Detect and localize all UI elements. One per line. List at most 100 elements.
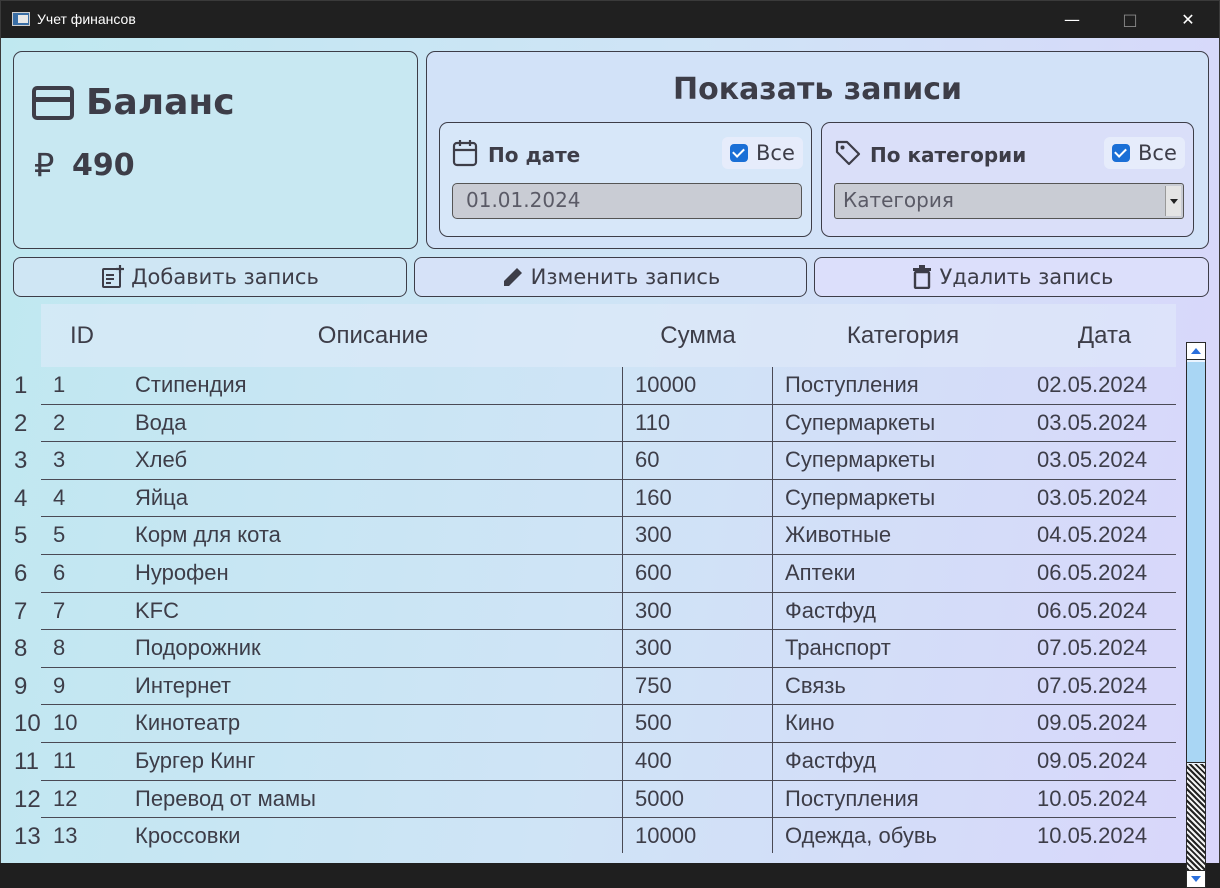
cell-id[interactable]: 8 [41, 630, 123, 667]
cell-category[interactable]: Животные [773, 517, 1033, 554]
scrollbar-thumb[interactable] [1187, 362, 1205, 763]
table-row[interactable]: 10 Кинотеатр 500 Кино 09.05.2024 [41, 705, 1176, 743]
cell-sum[interactable]: 300 [623, 592, 773, 630]
cell-date[interactable]: 07.05.2024 [1033, 668, 1176, 705]
row-number[interactable]: 11 [13, 743, 41, 781]
cell-category[interactable]: Транспорт [773, 630, 1033, 667]
scroll-down-arrow-icon[interactable] [1187, 870, 1205, 887]
table-row[interactable]: 1 Стипендия 10000 Поступления 02.05.2024 [41, 367, 1176, 405]
cell-description[interactable]: Стипендия [123, 367, 623, 404]
cell-id[interactable]: 7 [41, 593, 123, 630]
records-table[interactable]: ID Описание Сумма Категория Дата 1234567… [13, 304, 1206, 853]
table-row[interactable]: 2 Вода 110 Супермаркеты 03.05.2024 [41, 404, 1176, 443]
scroll-up-arrow-icon[interactable] [1187, 343, 1205, 360]
cell-category[interactable]: Супермаркеты [773, 405, 1033, 442]
column-header-sum[interactable]: Сумма [623, 304, 773, 367]
cell-description[interactable]: Бургер Кинг [123, 742, 623, 780]
cell-date[interactable]: 04.05.2024 [1033, 517, 1176, 554]
cell-sum[interactable]: 500 [623, 705, 773, 742]
table-row[interactable]: 13 Кроссовки 10000 Одежда, обувь 10.05.2024 [41, 818, 1176, 853]
row-number[interactable]: 9 [13, 668, 41, 706]
cell-date[interactable]: 10.05.2024 [1033, 781, 1176, 818]
cell-sum[interactable]: 400 [623, 742, 773, 780]
row-number[interactable]: 1 [13, 367, 41, 405]
cell-date[interactable]: 03.05.2024 [1033, 480, 1176, 517]
cell-date[interactable]: 10.05.2024 [1033, 818, 1176, 853]
column-header-date[interactable]: Дата [1033, 304, 1176, 367]
cell-id[interactable]: 1 [41, 367, 123, 404]
row-number[interactable]: 8 [13, 630, 41, 668]
delete-record-button[interactable]: Удалить запись [814, 257, 1209, 297]
row-number[interactable]: 6 [13, 555, 41, 593]
cell-category[interactable]: Поступления [773, 781, 1033, 818]
cell-sum[interactable]: 5000 [623, 780, 773, 818]
cell-description[interactable]: Интернет [123, 667, 623, 705]
cell-id[interactable]: 12 [41, 781, 123, 818]
cell-sum[interactable]: 750 [623, 667, 773, 705]
cell-description[interactable]: Корм для кота [123, 517, 623, 554]
table-row[interactable]: 12 Перевод от мамы 5000 Поступления 10.05.20… [41, 780, 1176, 819]
column-header-category[interactable]: Категория [773, 304, 1033, 367]
cell-id[interactable]: 11 [41, 743, 123, 780]
cell-sum[interactable]: 600 [623, 554, 773, 592]
cell-description[interactable]: Нурофен [123, 554, 623, 592]
table-row[interactable]: 11 Бургер Кинг 400 Фастфуд 09.05.2024 [41, 742, 1176, 781]
cell-description[interactable]: Подорожник [123, 630, 623, 667]
row-number[interactable]: 5 [13, 517, 41, 555]
cell-sum[interactable]: 110 [623, 404, 773, 442]
cell-sum[interactable]: 300 [623, 517, 773, 554]
minimize-button[interactable]: — [1043, 1, 1101, 38]
row-number[interactable]: 10 [13, 705, 41, 743]
table-row[interactable]: 6 Нурофен 600 Аптеки 06.05.2024 [41, 554, 1176, 593]
cell-id[interactable]: 6 [41, 555, 123, 592]
scrollbar-track[interactable] [1187, 764, 1205, 870]
cell-id[interactable]: 5 [41, 517, 123, 554]
table-row[interactable]: 9 Интернет 750 Связь 07.05.2024 [41, 667, 1176, 706]
table-row[interactable]: 8 Подорожник 300 Транспорт 07.05.2024 [41, 630, 1176, 668]
table-row[interactable]: 5 Корм для кота 300 Животные 04.05.2024 [41, 517, 1176, 555]
date-all-checkbox[interactable]: Все [722, 137, 803, 169]
edit-record-button[interactable]: Изменить запись [414, 257, 807, 297]
row-number[interactable]: 13 [13, 818, 41, 853]
cell-category[interactable]: Поступления [773, 367, 1033, 404]
category-all-checkbox[interactable]: Все [1104, 137, 1185, 169]
cell-sum[interactable]: 300 [623, 630, 773, 667]
cell-date[interactable]: 09.05.2024 [1033, 743, 1176, 780]
cell-sum[interactable]: 10000 [623, 818, 773, 853]
cell-description[interactable]: Яйца [123, 479, 623, 517]
cell-description[interactable]: Вода [123, 404, 623, 442]
cell-date[interactable]: 03.05.2024 [1033, 442, 1176, 479]
cell-id[interactable]: 3 [41, 442, 123, 479]
cell-description[interactable]: Кроссовки [123, 818, 623, 853]
date-input[interactable]: 01.01.2024 [452, 183, 802, 219]
cell-sum[interactable]: 160 [623, 479, 773, 517]
cell-date[interactable]: 03.05.2024 [1033, 405, 1176, 442]
row-number[interactable]: 3 [13, 442, 41, 480]
cell-category[interactable]: Фастфуд [773, 593, 1033, 630]
chevron-down-icon[interactable] [1165, 186, 1181, 216]
close-button[interactable]: ✕ [1159, 1, 1217, 38]
table-row[interactable]: 4 Яйца 160 Супермаркеты 03.05.2024 [41, 479, 1176, 518]
cell-description[interactable]: KFC [123, 592, 623, 630]
column-header-id[interactable]: ID [41, 304, 123, 367]
column-header-description[interactable]: Описание [123, 304, 623, 367]
cell-description[interactable]: Кинотеатр [123, 705, 623, 742]
category-combobox[interactable]: Категория [834, 183, 1184, 219]
add-record-button[interactable]: Добавить запись [13, 257, 407, 297]
title-bar[interactable]: Учет финансов — □ ✕ [1, 1, 1219, 38]
cell-category[interactable]: Связь [773, 668, 1033, 705]
table-row[interactable]: 7 KFC 300 Фастфуд 06.05.2024 [41, 592, 1176, 631]
cell-category[interactable]: Аптеки [773, 555, 1033, 592]
cell-date[interactable]: 09.05.2024 [1033, 705, 1176, 742]
row-number[interactable]: 7 [13, 593, 41, 631]
maximize-button[interactable]: □ [1101, 1, 1159, 38]
row-number[interactable]: 4 [13, 480, 41, 518]
cell-description[interactable]: Перевод от мамы [123, 780, 623, 818]
cell-id[interactable]: 9 [41, 668, 123, 705]
cell-date[interactable]: 07.05.2024 [1033, 630, 1176, 667]
cell-sum[interactable]: 60 [623, 442, 773, 479]
cell-date[interactable]: 02.05.2024 [1033, 367, 1176, 404]
vertical-scrollbar[interactable] [1186, 342, 1206, 888]
table-row[interactable]: 3 Хлеб 60 Супермаркеты 03.05.2024 [41, 442, 1176, 480]
cell-id[interactable]: 13 [41, 818, 123, 853]
